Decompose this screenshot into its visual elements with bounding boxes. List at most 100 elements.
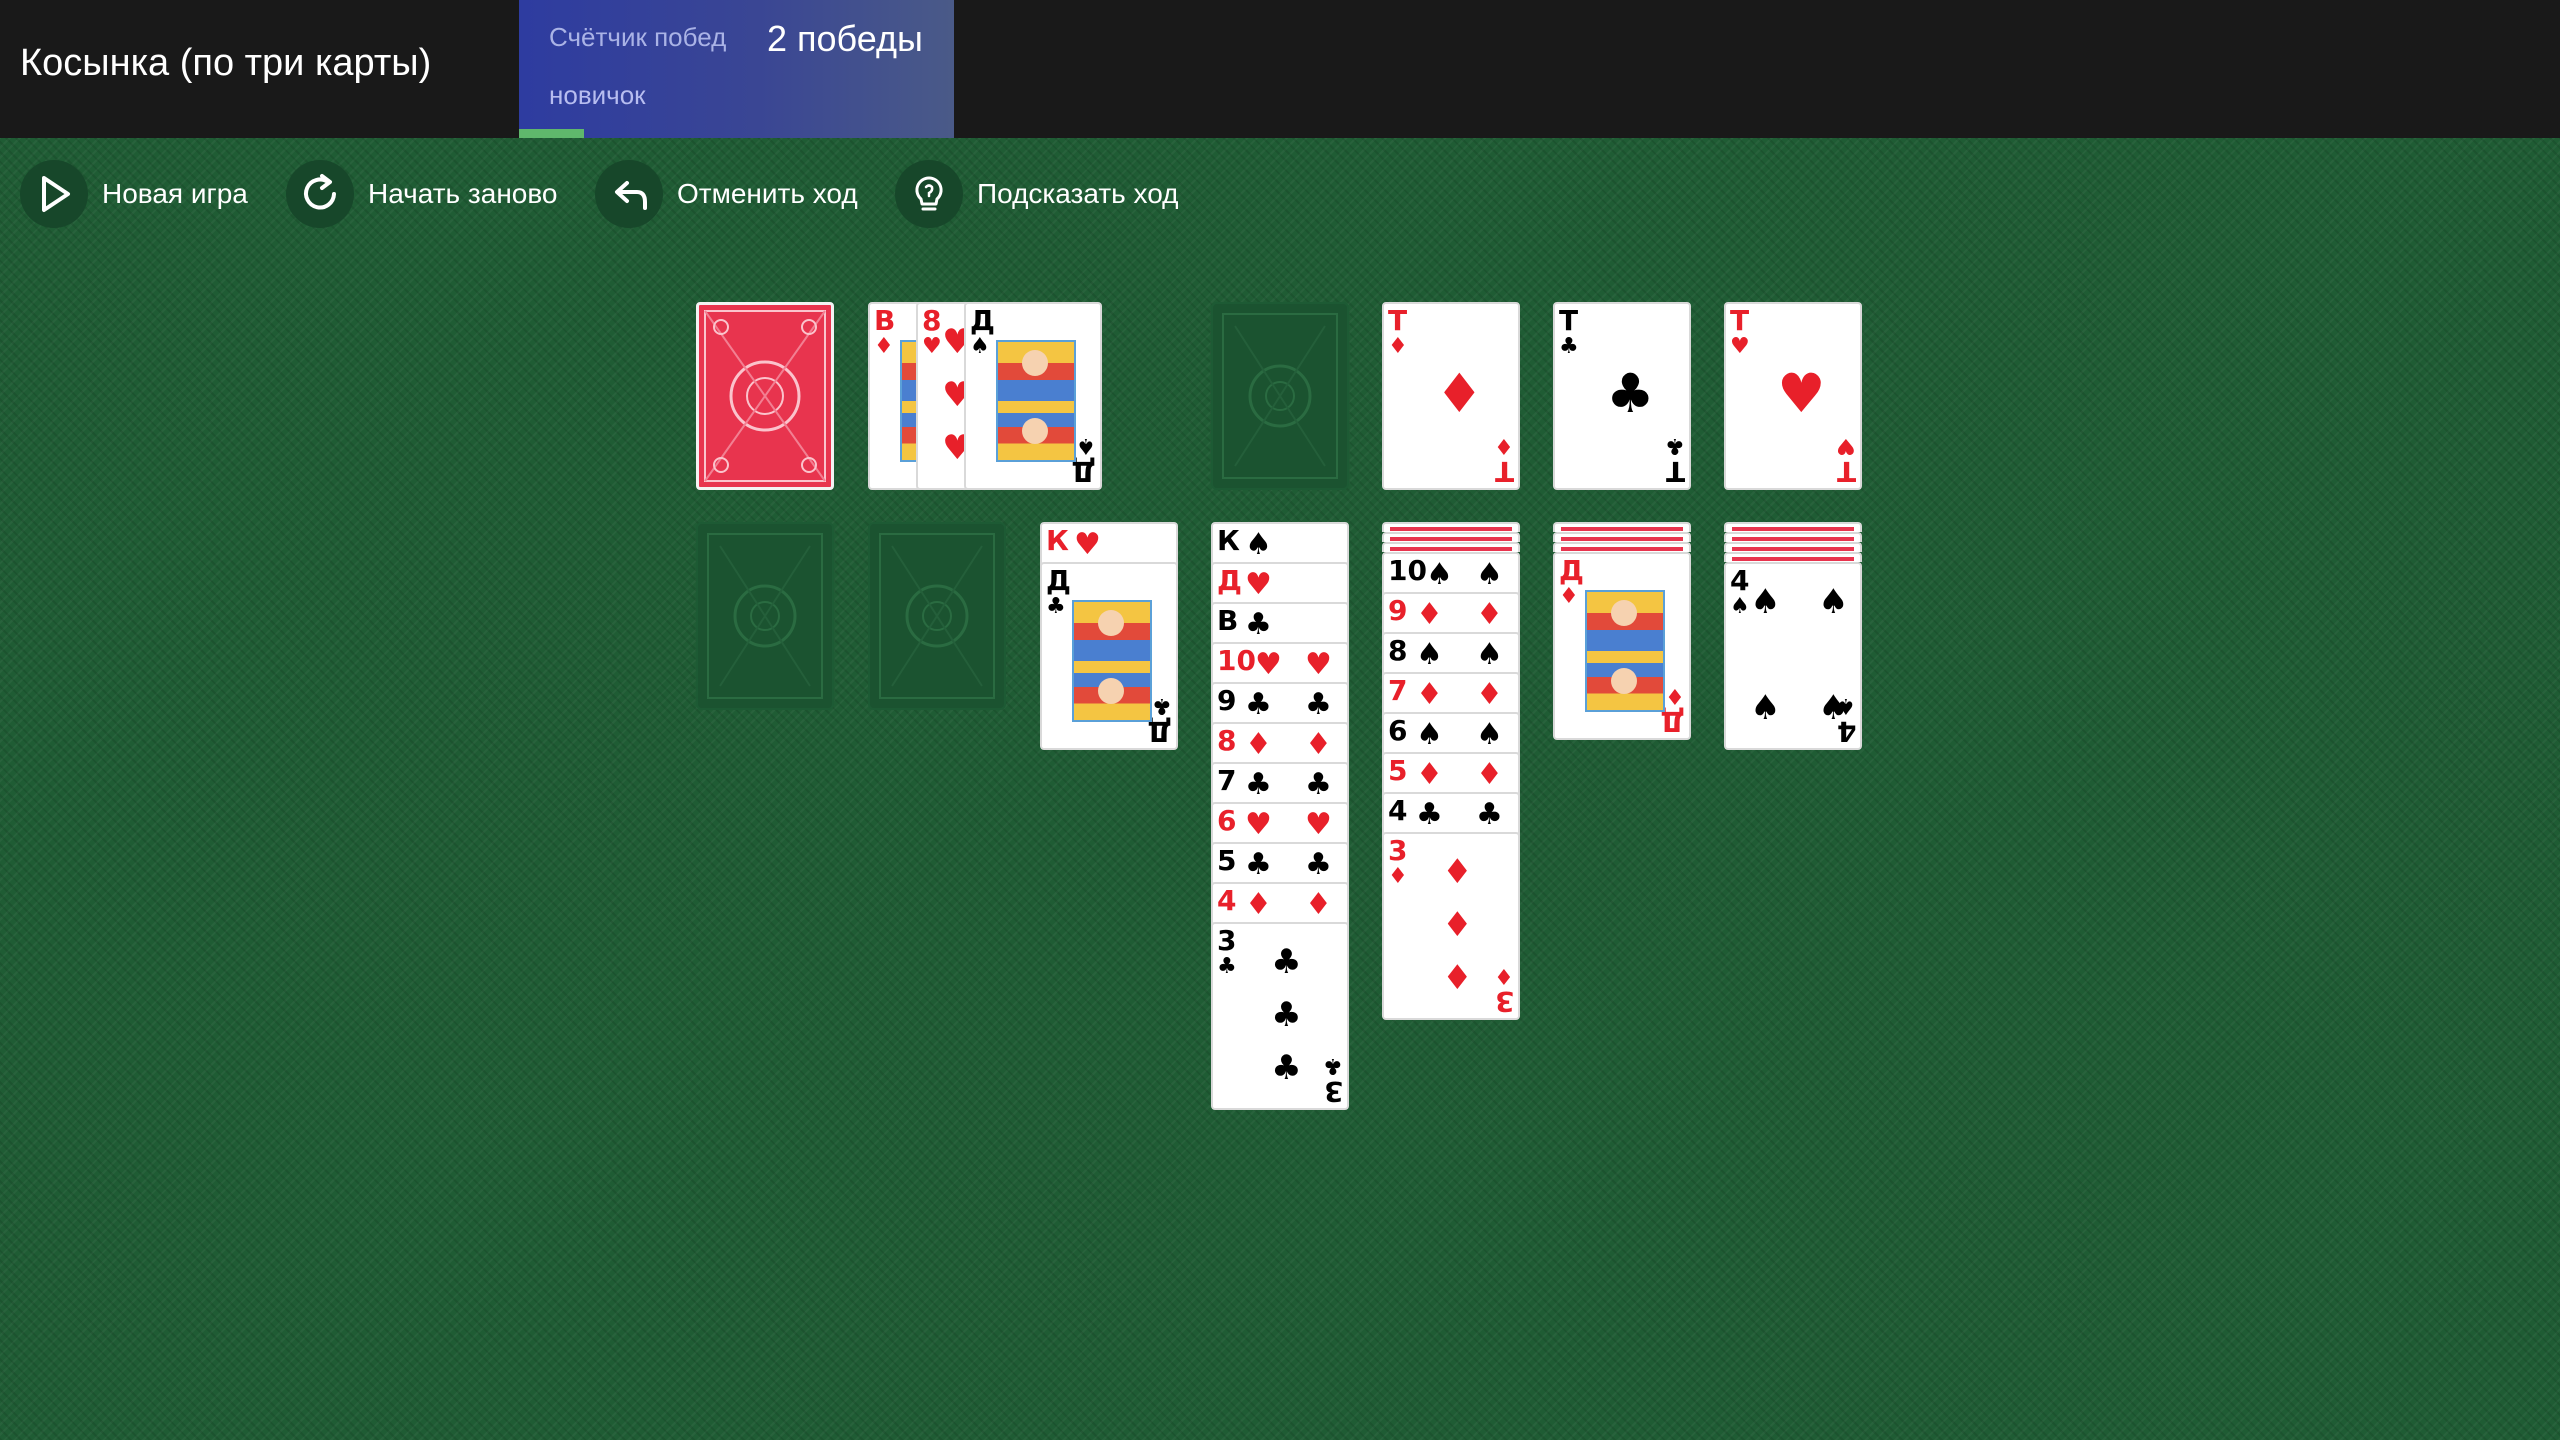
face-down-card — [1553, 542, 1691, 552]
tableau-card[interactable]: Д ♣ Д ♣ — [1040, 562, 1178, 750]
spade-icon: ♠ — [1818, 582, 1849, 623]
club-icon: ♣ — [1323, 1053, 1343, 1078]
card-rank: 10 — [1388, 554, 1427, 587]
club-icon: ♣ — [1271, 995, 1302, 1036]
club-icon: ♣ — [1271, 942, 1302, 983]
card-rank: 9 — [1217, 684, 1237, 717]
club-icon: ♣ — [1271, 1048, 1302, 1089]
face-down-card — [1553, 532, 1691, 542]
card-rank: 7 — [1388, 674, 1408, 707]
club-icon: ♣ — [1046, 594, 1066, 619]
win-counter-value: 2 победы — [767, 18, 923, 59]
club-icon: ♣ — [1305, 847, 1332, 882]
page-title: Косынка (по три карты) — [20, 42, 432, 84]
heart-icon: ♥ — [1777, 362, 1826, 426]
card-rank: Т — [1559, 304, 1579, 337]
undo-button[interactable]: Отменить ход — [595, 160, 858, 228]
card-rank-bottom: 3 — [1323, 1075, 1343, 1108]
card-rank: К — [1217, 524, 1240, 557]
tableau-slot[interactable] — [696, 522, 834, 710]
spade-icon: ♠ — [1750, 688, 1781, 729]
card-rank: Д — [970, 304, 995, 337]
diamond-icon: ♦ — [1388, 864, 1408, 889]
diamond-icon: ♦ — [1476, 757, 1503, 792]
tableau-slot[interactable] — [868, 522, 1006, 710]
card-rank: 5 — [1388, 754, 1408, 787]
club-icon: ♣ — [1217, 954, 1237, 979]
diamond-icon: ♦ — [874, 334, 894, 359]
card-rank-bottom: Т — [1665, 455, 1685, 488]
card-rank: 7 — [1217, 764, 1237, 797]
diamond-icon: ♦ — [1305, 727, 1332, 762]
spade-icon: ♠ — [1730, 594, 1750, 619]
card-rank: 10 — [1217, 644, 1256, 677]
foundation-card[interactable]: Т ♦ Т ♦ ♦ — [1382, 302, 1520, 490]
heart-icon: ♥ — [1245, 807, 1272, 842]
face-down-card — [1724, 532, 1862, 542]
win-counter-label: Счётчик побед — [549, 22, 727, 52]
card-rank: 4 — [1730, 564, 1750, 597]
spade-icon: ♠ — [1476, 717, 1503, 752]
card-rank: Д — [1217, 564, 1242, 597]
spade-icon: ♠ — [1416, 717, 1443, 752]
restart-label: Начать заново — [368, 178, 558, 209]
foundation-card[interactable]: Т ♥ Т ♥ ♥ — [1724, 302, 1862, 490]
face-down-card — [1382, 542, 1520, 552]
app-header: Косынка (по три карты) Счётчик побед 2 п… — [0, 0, 2560, 138]
tableau-card[interactable]: Д ♦ Д ♦ — [1553, 552, 1691, 740]
play-icon — [20, 160, 88, 228]
card-rank: 5 — [1217, 844, 1237, 877]
club-icon: ♣ — [1476, 797, 1503, 832]
card-rank: К — [1046, 524, 1069, 557]
club-icon: ♣ — [1305, 687, 1332, 722]
new-game-label: Новая игра — [102, 178, 248, 209]
face-down-card — [1724, 542, 1862, 552]
win-counter[interactable]: Счётчик побед 2 победы новичок — [519, 0, 954, 138]
club-icon: ♣ — [1152, 693, 1172, 718]
card-rank: Т — [1388, 304, 1408, 337]
heart-icon: ♥ — [1305, 807, 1332, 842]
diamond-icon: ♦ — [1476, 677, 1503, 712]
diamond-icon: ♦ — [1559, 584, 1579, 609]
diamond-icon: ♦ — [1435, 362, 1484, 426]
club-icon: ♣ — [1245, 767, 1272, 802]
spade-icon: ♠ — [1476, 637, 1503, 672]
rank-progress-bar — [519, 129, 585, 138]
card-rank: 8 — [1217, 724, 1237, 757]
card-rank: 8 — [1388, 634, 1408, 667]
heart-icon: ♥ — [1730, 334, 1750, 359]
foundation-slot[interactable] — [1211, 302, 1349, 490]
undo-label: Отменить ход — [677, 178, 858, 209]
diamond-icon: ♦ — [1442, 958, 1473, 999]
tableau-card[interactable]: 4 ♠ 4 ♠ ♠ ♠ ♠ ♠ — [1724, 562, 1862, 750]
new-game-button[interactable]: Новая игра — [20, 160, 248, 228]
diamond-icon: ♦ — [1665, 683, 1685, 708]
tableau-card[interactable]: 3 ♣ 3 ♣ ♣ ♣ ♣ — [1211, 922, 1349, 1110]
card-rank: В — [874, 304, 896, 337]
heart-icon: ♥ — [922, 334, 942, 359]
spade-icon: ♠ — [1818, 688, 1849, 729]
club-icon: ♣ — [1245, 847, 1272, 882]
diamond-icon: ♦ — [1416, 677, 1443, 712]
card-rank-bottom: 3 — [1494, 985, 1514, 1018]
card-rank: 9 — [1388, 594, 1408, 627]
restart-button[interactable]: Начать заново — [286, 160, 558, 228]
waste-card[interactable]: Д ♠ Д ♠ — [964, 302, 1102, 490]
player-rank: новичок — [549, 80, 646, 110]
diamond-icon: ♦ — [1305, 887, 1332, 922]
hint-label: Подсказать ход — [977, 178, 1179, 209]
diamond-icon: ♦ — [1494, 433, 1514, 458]
face-down-card — [1724, 552, 1862, 562]
hint-button[interactable]: Подсказать ход — [895, 160, 1179, 228]
tableau-card[interactable]: 3 ♦ 3 ♦ ♦ ♦ ♦ — [1382, 832, 1520, 1020]
foundation-card[interactable]: Т ♣ Т ♣ ♣ — [1553, 302, 1691, 490]
court-figure — [996, 340, 1076, 462]
spade-icon: ♠ — [1076, 433, 1096, 458]
stock-pile[interactable] — [696, 302, 834, 490]
face-down-card — [1724, 522, 1862, 532]
diamond-icon: ♦ — [1416, 597, 1443, 632]
heart-icon: ♥ — [1074, 527, 1101, 562]
card-rank: 6 — [1388, 714, 1408, 747]
spade-icon: ♠ — [1750, 582, 1781, 623]
diamond-icon: ♦ — [1494, 963, 1514, 988]
